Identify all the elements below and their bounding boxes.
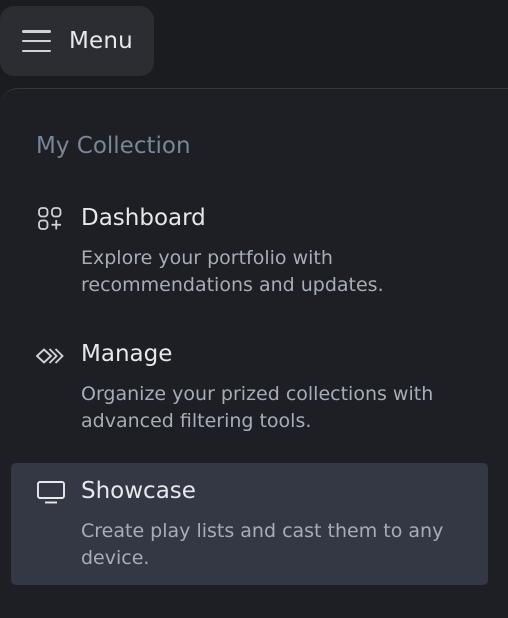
monitor-icon — [37, 481, 65, 504]
manage-chevrons-icon — [36, 348, 64, 364]
menu-item-showcase[interactable]: Showcase Create play lists and cast them… — [11, 463, 488, 585]
dashboard-grid-icon — [38, 207, 62, 230]
item-description: Organize your prized collections with ad… — [81, 383, 434, 432]
hamburger-icon — [22, 30, 51, 52]
item-title: Manage — [81, 341, 173, 367]
menu-panel: My Collection Dashboard Explore your por… — [0, 88, 508, 618]
menu-item-dashboard[interactable]: Dashboard Explore your portfolio with re… — [11, 199, 488, 309]
item-title: Dashboard — [81, 205, 206, 231]
item-description: Create play lists and cast them to any d… — [81, 520, 444, 569]
menu-item-manage[interactable]: Manage Organize your prized collections … — [11, 335, 488, 445]
item-title: Showcase — [81, 478, 196, 504]
menu-label: Menu — [69, 28, 133, 54]
item-description: Explore your portfolio with recommendati… — [81, 247, 384, 296]
menu-button[interactable]: Menu — [0, 6, 154, 76]
section-title: My Collection — [36, 133, 191, 159]
